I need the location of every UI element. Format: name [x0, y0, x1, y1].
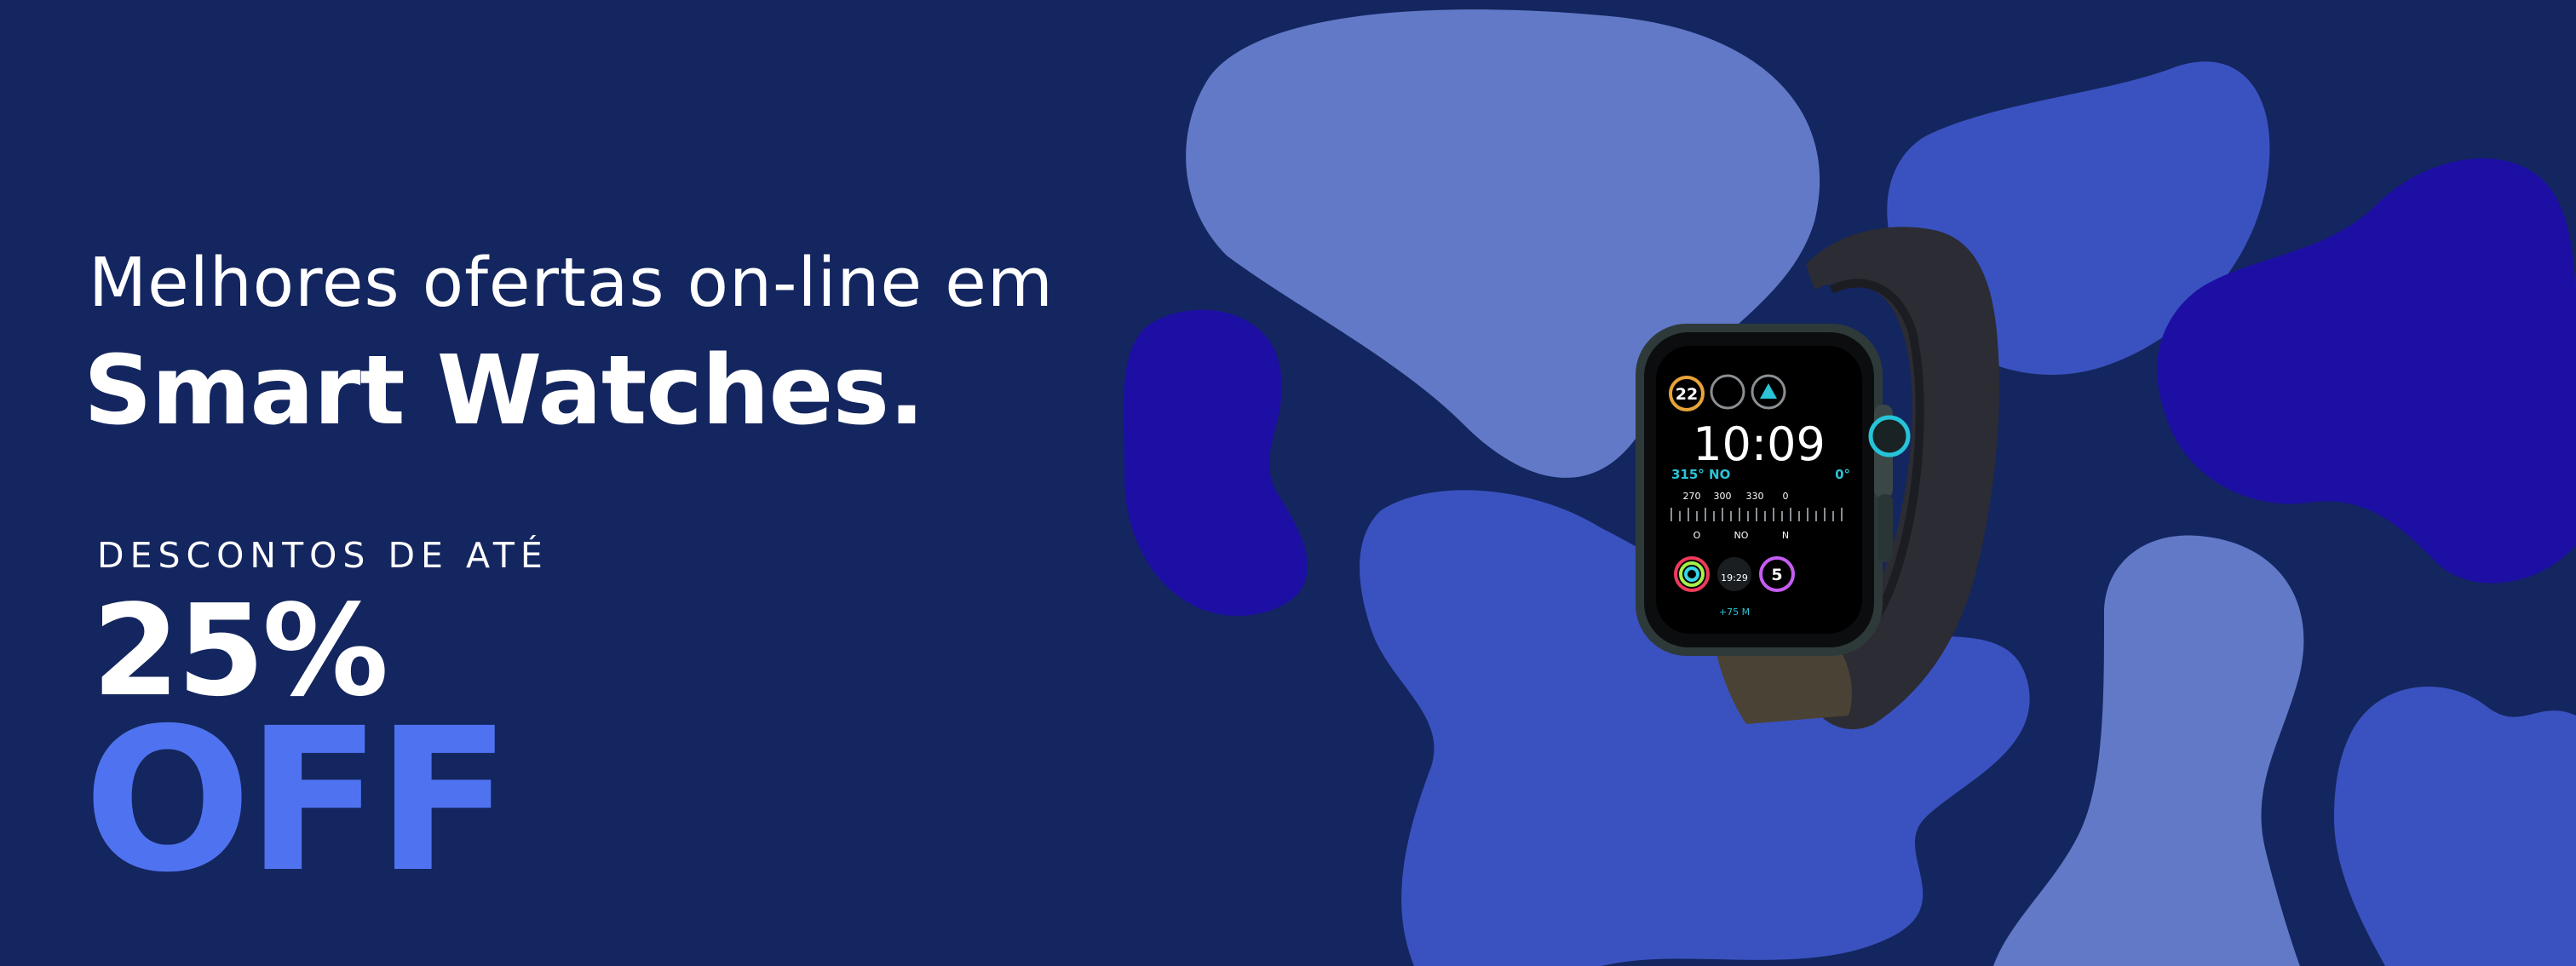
watch-side-button [1877, 494, 1893, 562]
watch-altitude: +75 M [1719, 607, 1750, 618]
compass-letter-n: N [1782, 530, 1789, 541]
headline-intro: Melhores ofertas on-line em [89, 244, 1054, 322]
compass-value-270: 270 [1683, 491, 1701, 502]
headline-product: Smart Watches. [83, 336, 925, 446]
complication-right-value: 5 [1771, 566, 1782, 584]
compass-value-300: 300 [1714, 491, 1732, 502]
complication-left-value: 22 [1676, 385, 1698, 404]
watch-heading-right: 0° [1835, 467, 1850, 482]
watch-crown [1868, 415, 1911, 457]
promo-copy: Melhores ofertas on-line em Smart Watche… [0, 0, 1193, 966]
watch-heading: 315° NO [1671, 467, 1730, 482]
compass-letter-no: NO [1734, 530, 1749, 541]
complication-bottom-time: 19:29 [1721, 572, 1748, 584]
compass-value-0: 0 [1783, 491, 1789, 502]
discount-off: OFF [83, 686, 511, 916]
compass-letter-o: O [1693, 530, 1701, 541]
watch-time: 10:09 [1693, 417, 1826, 471]
blob-mid-bottom-right [2334, 687, 2576, 966]
smartwatch-image: 22 10:09 315° NO 0° 270 300 330 0 O NO N [1636, 227, 2000, 730]
promo-banner: Melhores ofertas on-line em Smart Watche… [0, 0, 2576, 966]
discount-label: DESCONTOS DE ATÉ [97, 535, 549, 576]
compass-value-330: 330 [1746, 491, 1764, 502]
